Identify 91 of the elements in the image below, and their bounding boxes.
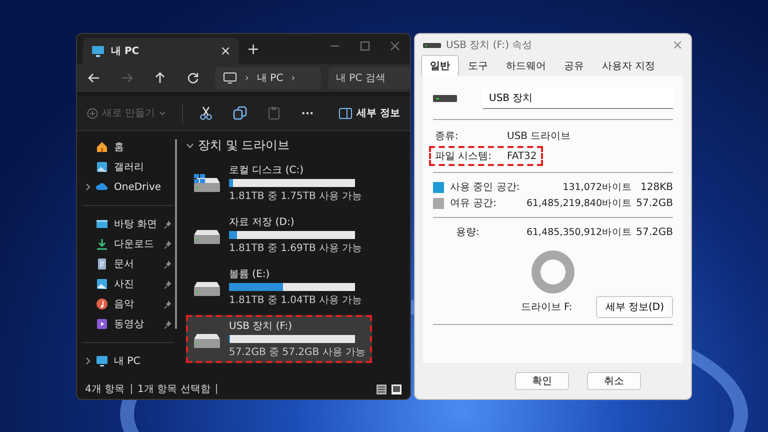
tab[interactable]: 사용자 지정 (593, 55, 664, 76)
new-tab-button[interactable]: + (247, 40, 260, 58)
monitor-icon (223, 72, 237, 84)
drive-label: 드라이브 F: (520, 301, 572, 314)
name-field[interactable]: USB 장치 (483, 88, 673, 109)
details-button[interactable]: 세부 정보 (338, 106, 400, 120)
music-icon (96, 298, 108, 310)
cut-icon[interactable] (199, 106, 214, 120)
byte-count: 61,485,350,912바이트 (525, 226, 632, 238)
tab-title: 내 PC (111, 45, 140, 58)
sidebar-item[interactable]: 동영상 (77, 314, 180, 334)
scrollbar[interactable] (175, 139, 177, 329)
size-value: 57.2GB (635, 198, 673, 208)
sidebar-item[interactable]: OneDrive (77, 177, 180, 197)
breadcrumb-item[interactable]: 내 PC (257, 71, 284, 85)
close-icon[interactable] (390, 41, 400, 51)
cloud-icon (96, 181, 108, 193)
close-tab-button[interactable]: × (220, 44, 231, 58)
drive-tile[interactable]: 볼륨 (E:) 1.81TB 중 1.04TB 사용 가능 (186, 263, 372, 311)
document-icon (96, 258, 108, 270)
field-label: 용량: (455, 226, 480, 239)
breadcrumb-separator[interactable]: › (291, 72, 296, 84)
breadcrumb-separator[interactable]: › (245, 72, 249, 84)
sidebar-item[interactable]: 홈 (77, 137, 180, 157)
chevron-right-icon[interactable] (85, 183, 91, 191)
picture-icon (96, 278, 108, 290)
tiles-view-icon[interactable] (391, 384, 402, 394)
drive-tile[interactable]: 자료 저장 (D:) 1.81TB 중 1.69TB 사용 가능 (186, 211, 372, 259)
search-field[interactable]: 내 PC 검색 (328, 67, 410, 89)
field-value: FAT32 (507, 150, 537, 162)
sidebar-item[interactable]: 바탕 화면 (77, 214, 180, 234)
caret-down-icon (159, 110, 166, 116)
drive-name: 자료 저장 (D:) (229, 216, 296, 229)
free-space-text: 1.81TB 중 1.75TB 사용 가능 (229, 190, 362, 203)
home-icon (96, 141, 108, 153)
drive-tile[interactable]: 로컬 디스크 (C:) 1.81TB 중 1.75TB 사용 가능 (186, 159, 372, 207)
sidebar-item[interactable]: 내 PC (77, 351, 180, 371)
tab[interactable]: 도구 (459, 55, 497, 76)
size-value: 57.2GB (635, 226, 673, 238)
tab[interactable]: 하드웨어 (497, 55, 555, 76)
drive-tile[interactable]: USB 장치 (F:) 57.2GB 중 57.2GB 사용 가능 (186, 315, 372, 363)
field-value: USB 드라이브 (507, 130, 571, 143)
maximize-icon[interactable] (360, 41, 370, 51)
back-arrow-icon[interactable] (87, 71, 101, 85)
monitor-icon (91, 45, 105, 57)
sidebar-item[interactable]: 문서 (77, 254, 180, 274)
drive-name: 볼륨 (E:) (229, 268, 271, 281)
more-options-button[interactable]: ··· (301, 106, 314, 120)
drive-name: USB 장치 (F:) (229, 320, 294, 333)
picture-icon (96, 161, 108, 173)
sidebar-item[interactable]: 다운로드 (77, 234, 180, 254)
up-arrow-icon[interactable] (153, 71, 167, 85)
disk-usage-ring (531, 250, 575, 294)
field-label: 종류: (435, 130, 460, 143)
plus-circle-icon (87, 108, 98, 118)
drive-name: 로컬 디스크 (C:) (229, 164, 305, 177)
field-label: 사용 중인 공간: (450, 181, 518, 194)
field-label: 여유 공간: (450, 197, 498, 210)
section-header[interactable]: 장치 및 드라이브 (186, 137, 410, 154)
field-label: 파일 시스템: (435, 150, 493, 163)
free-space-text: 57.2GB 중 57.2GB 사용 가능 (229, 346, 366, 359)
dialog-button[interactable]: 확인 (515, 372, 569, 390)
free-space-text: 1.81TB 중 1.04TB 사용 가능 (229, 294, 362, 307)
dialog-button[interactable]: 취소 (587, 372, 641, 390)
byte-count: 61,485,219,840바이트 (525, 196, 632, 210)
copy-icon[interactable] (233, 106, 248, 120)
details-pane-icon (338, 108, 352, 118)
sidebar-item[interactable]: 갤러리 (77, 157, 180, 177)
address-bar[interactable]: › 내 PC › (215, 67, 321, 89)
tab[interactable]: 일반 (421, 55, 459, 76)
drive-with-windows-logo-icon (193, 174, 221, 192)
sidebar-item[interactable]: 음악 (77, 294, 180, 314)
video-icon (96, 318, 108, 330)
tab[interactable]: 내 PC × (83, 38, 239, 64)
sidebar-item[interactable]: 사진 (77, 274, 180, 294)
details-view-icon[interactable] (376, 384, 387, 394)
details-button[interactable]: 세부 정보(D) (596, 296, 673, 318)
size-value: 128KB (639, 182, 673, 192)
refresh-icon[interactable] (186, 71, 200, 85)
usb-drive-icon (433, 94, 457, 103)
item-count: 4개 항목 (85, 383, 125, 396)
byte-count: 131,072바이트 (562, 180, 632, 194)
download-icon (96, 238, 108, 250)
desktop-icon (96, 218, 108, 230)
usb-drive-icon (423, 40, 441, 50)
monitor-icon (96, 355, 108, 367)
dialog-title: USB 장치 (F:) 속성 (446, 39, 534, 52)
free-space-text: 1.81TB 중 1.69TB 사용 가능 (229, 242, 362, 255)
tab[interactable]: 공유 (555, 55, 593, 76)
selection-count: 1개 항목 선택함 (138, 383, 210, 396)
chevron-right-icon[interactable] (85, 357, 91, 365)
